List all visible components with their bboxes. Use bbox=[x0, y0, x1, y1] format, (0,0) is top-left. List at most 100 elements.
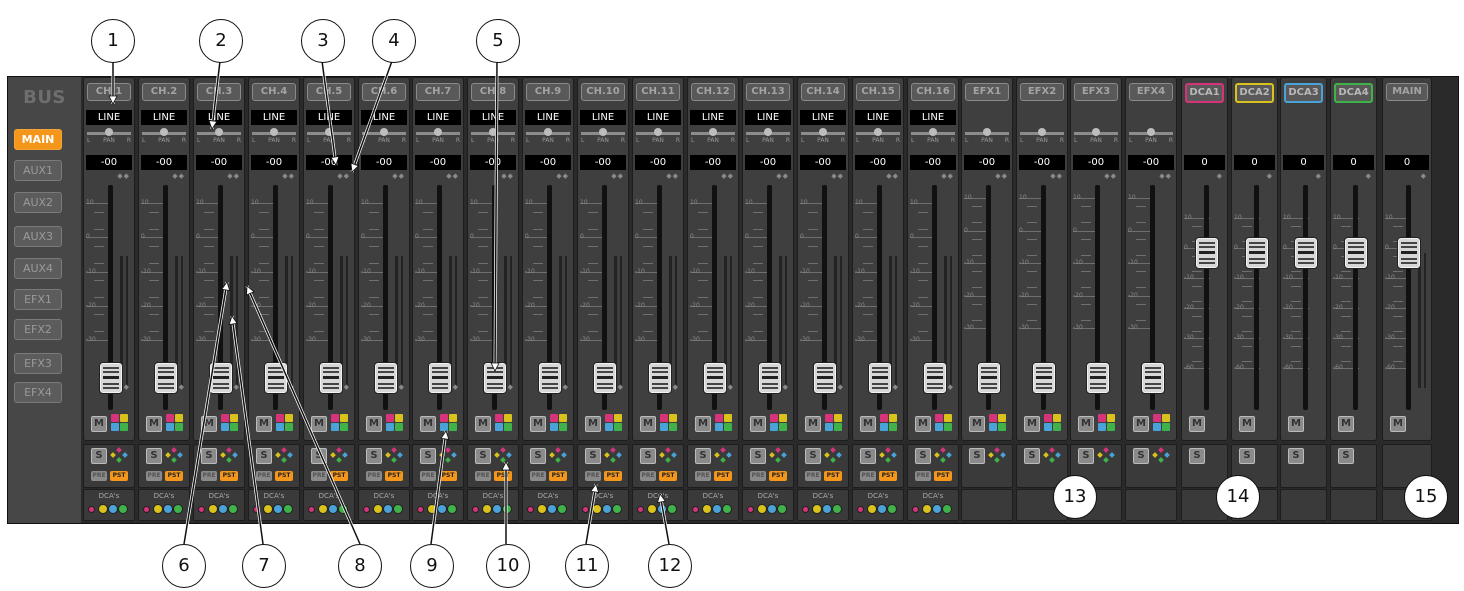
pan-knob[interactable] bbox=[380, 128, 388, 136]
mute-button[interactable]: M bbox=[146, 416, 162, 432]
solo-button[interactable]: S bbox=[201, 448, 217, 464]
dca-assign-dot-2[interactable] bbox=[482, 504, 492, 514]
fader-knob[interactable] bbox=[100, 363, 122, 393]
input-source-label[interactable]: LINE bbox=[800, 110, 846, 125]
dca-assign-dot-3[interactable] bbox=[437, 504, 447, 514]
pre-button[interactable]: PRE bbox=[750, 471, 766, 481]
fader-knob[interactable] bbox=[1245, 238, 1268, 268]
pan-control[interactable]: L PAN R bbox=[86, 128, 132, 144]
pan-knob[interactable] bbox=[105, 128, 113, 136]
fader-knob[interactable] bbox=[320, 363, 342, 393]
mute-button[interactable]: M bbox=[1024, 416, 1040, 432]
input-source-label[interactable]: LINE bbox=[855, 110, 901, 125]
dca-assign-dot-4[interactable] bbox=[612, 504, 622, 514]
dca-assign-grid[interactable] bbox=[880, 414, 898, 432]
input-source-label[interactable]: LINE bbox=[361, 110, 407, 125]
dca-assign-dot-4[interactable] bbox=[887, 504, 897, 514]
pan-knob[interactable] bbox=[929, 128, 937, 136]
pre-button[interactable]: PRE bbox=[640, 471, 656, 481]
dca-assign-dot-3[interactable] bbox=[602, 504, 612, 514]
dca-assign-dot-1[interactable] bbox=[857, 506, 864, 513]
dca-assign-grid[interactable] bbox=[111, 414, 129, 432]
solo-button[interactable]: S bbox=[969, 448, 985, 464]
dca-assign-dot-1[interactable] bbox=[692, 506, 699, 513]
dca-assign-dot-1[interactable] bbox=[363, 506, 370, 513]
pst-button[interactable]: PST bbox=[769, 471, 787, 481]
dca-assign-dot-4[interactable] bbox=[173, 504, 183, 514]
solo-button[interactable]: S bbox=[585, 448, 601, 464]
dca-assign-dot-1[interactable] bbox=[472, 506, 479, 513]
solo-button[interactable]: S bbox=[915, 448, 931, 464]
input-source-label[interactable]: LINE bbox=[745, 110, 791, 125]
pan-knob[interactable] bbox=[544, 128, 552, 136]
solo-button[interactable]: S bbox=[1189, 448, 1205, 464]
mute-button[interactable]: M bbox=[420, 416, 436, 432]
dca-assign-grid[interactable] bbox=[1153, 414, 1171, 432]
dca-assign-dot-2[interactable] bbox=[153, 504, 163, 514]
fader-knob[interactable] bbox=[1195, 238, 1218, 268]
solo-button[interactable]: S bbox=[1078, 448, 1094, 464]
pan-control[interactable]: L PAN R bbox=[635, 128, 681, 144]
solo-button[interactable]: S bbox=[146, 448, 162, 464]
pan-control[interactable]: L PAN R bbox=[1128, 128, 1174, 144]
mute-button[interactable]: M bbox=[860, 416, 876, 432]
pst-button[interactable]: PST bbox=[385, 471, 403, 481]
fader-knob[interactable] bbox=[429, 363, 451, 393]
pan-control[interactable]: L PAN R bbox=[361, 128, 407, 144]
pan-control[interactable]: L PAN R bbox=[855, 128, 901, 144]
bus-button-aux2[interactable]: AUX2 bbox=[14, 192, 62, 213]
dca-assign-grid[interactable] bbox=[386, 414, 404, 432]
pan-control[interactable]: L PAN R bbox=[910, 128, 956, 144]
pre-button[interactable]: PRE bbox=[420, 471, 436, 481]
solo-button[interactable]: S bbox=[1239, 448, 1255, 464]
mute-button[interactable]: M bbox=[1288, 416, 1304, 432]
dca-assign-dot-4[interactable] bbox=[557, 504, 567, 514]
pst-button[interactable]: PST bbox=[330, 471, 348, 481]
pan-control[interactable]: L PAN R bbox=[800, 128, 846, 144]
solo-button[interactable]: S bbox=[860, 448, 876, 464]
pre-button[interactable]: PRE bbox=[366, 471, 382, 481]
solo-button[interactable]: S bbox=[366, 448, 382, 464]
mute-button[interactable]: M bbox=[915, 416, 931, 432]
dca-assign-dot-2[interactable] bbox=[812, 504, 822, 514]
solo-button[interactable]: S bbox=[311, 448, 327, 464]
solo-button[interactable]: S bbox=[91, 448, 107, 464]
dca-assign-dot-2[interactable] bbox=[537, 504, 547, 514]
pan-knob[interactable] bbox=[215, 128, 223, 136]
channel-name-button[interactable]: CH.10 bbox=[581, 83, 625, 101]
pan-knob[interactable] bbox=[160, 128, 168, 136]
dca-assign-grid[interactable] bbox=[715, 414, 733, 432]
input-source-label[interactable]: LINE bbox=[635, 110, 681, 125]
dca-assign-dot-3[interactable] bbox=[877, 504, 887, 514]
dca-assign-dot-3[interactable] bbox=[712, 504, 722, 514]
channel-name-button[interactable]: CH.2 bbox=[142, 83, 186, 101]
dca-assign-dot-1[interactable] bbox=[527, 506, 534, 513]
dca-assign-dot-4[interactable] bbox=[118, 504, 128, 514]
pan-control[interactable]: L PAN R bbox=[141, 128, 187, 144]
dca-assign-dot-3[interactable] bbox=[383, 504, 393, 514]
fader-knob[interactable] bbox=[649, 363, 671, 393]
dca-assign-grid[interactable] bbox=[989, 414, 1007, 432]
dca-assign-grid[interactable] bbox=[276, 414, 294, 432]
pst-button[interactable]: PST bbox=[220, 471, 238, 481]
dca-assign-dot-4[interactable] bbox=[447, 504, 457, 514]
dca-assign-dot-2[interactable] bbox=[208, 504, 218, 514]
pan-knob[interactable] bbox=[1038, 128, 1046, 136]
pst-button[interactable]: PST bbox=[549, 471, 567, 481]
dca-assign-grid[interactable] bbox=[1098, 414, 1116, 432]
pan-knob[interactable] bbox=[489, 128, 497, 136]
dca-assign-dot-3[interactable] bbox=[767, 504, 777, 514]
mute-button[interactable]: M bbox=[750, 416, 766, 432]
mute-button[interactable]: M bbox=[366, 416, 382, 432]
channel-name-button[interactable]: CH.11 bbox=[636, 83, 680, 101]
dca-assign-dot-1[interactable] bbox=[417, 506, 424, 513]
pre-button[interactable]: PRE bbox=[256, 471, 272, 481]
mute-button[interactable]: M bbox=[1133, 416, 1149, 432]
pre-button[interactable]: PRE bbox=[475, 471, 491, 481]
pan-control[interactable]: L PAN R bbox=[415, 128, 461, 144]
dca-assign-grid[interactable] bbox=[770, 414, 788, 432]
mute-button[interactable]: M bbox=[805, 416, 821, 432]
fader-knob[interactable] bbox=[1142, 363, 1164, 393]
input-source-label[interactable]: LINE bbox=[86, 110, 132, 125]
mute-button[interactable]: M bbox=[969, 416, 985, 432]
